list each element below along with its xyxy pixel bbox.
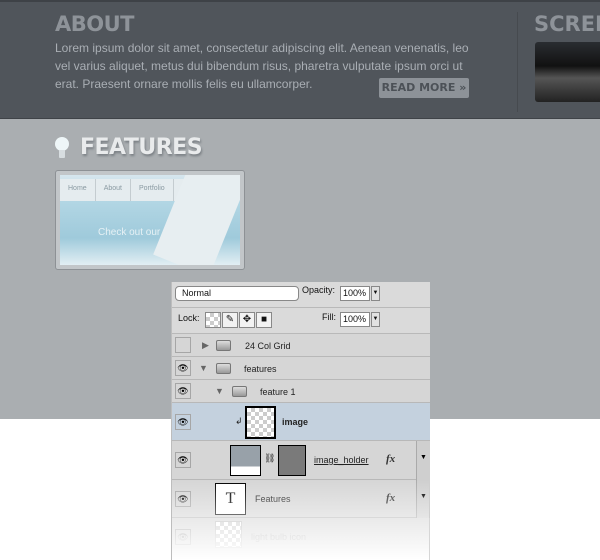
layer-row-features[interactable]: 👁 ▼ features <box>172 357 430 380</box>
eye-icon[interactable]: 👁 <box>175 414 191 430</box>
folder-icon <box>216 363 231 374</box>
text-layer-thumbnail: T <box>215 483 246 515</box>
fx-icon[interactable]: fx <box>386 453 395 465</box>
about-section: ABOUT Lorem ipsum dolor sit amet, consec… <box>0 0 600 119</box>
layer-name: 24 Col Grid <box>245 341 291 351</box>
light-bulb-icon <box>55 137 69 158</box>
expand-effects-icon[interactable]: ▼ <box>420 493 427 500</box>
folder-icon <box>232 386 247 397</box>
layer-row-feature-1[interactable]: 👁 ▼ feature 1 <box>172 380 430 403</box>
read-more-button[interactable]: READ MORE » <box>379 78 469 98</box>
thumb-nav-item: Home <box>60 179 96 201</box>
layer-name: image <box>282 417 309 427</box>
expand-arrow-icon[interactable]: ▶ <box>202 340 209 351</box>
layer-name: image_holder <box>314 455 369 465</box>
feature-thumbnail[interactable]: Home About Portfolio Check out our <box>55 170 245 270</box>
fill-label: Fill: <box>322 312 336 322</box>
screenshot-thumbnail[interactable] <box>535 42 600 102</box>
fill-dropdown-icon[interactable]: ▼ <box>371 312 380 327</box>
about-title: ABOUT <box>55 12 135 36</box>
layer-name: feature 1 <box>260 387 296 397</box>
layer-thumbnail <box>230 445 261 476</box>
divider <box>517 12 518 112</box>
eye-icon[interactable]: 👁 <box>175 383 191 399</box>
lock-label: Lock: <box>178 313 200 323</box>
layer-row-image-holder[interactable]: 👁 ⛓ image_holder fx ▼ <box>172 441 430 480</box>
layer-thumbnail <box>245 406 276 439</box>
eye-icon[interactable]: 👁 <box>175 452 191 468</box>
thumb-nav-item: Portfolio <box>131 179 174 201</box>
opacity-input[interactable]: 100% <box>340 286 370 301</box>
mask-thumbnail <box>278 445 306 476</box>
thumb-nav-item: About <box>96 179 131 201</box>
layer-row-24-col-grid[interactable]: ▶ 24 Col Grid <box>172 334 430 357</box>
fx-icon[interactable]: fx <box>386 492 395 504</box>
layer-name: features <box>244 364 277 374</box>
screenshots-title: SCREEN <box>534 12 600 36</box>
features-title: FEATURES <box>80 135 203 160</box>
thumb-text: Check out our <box>98 227 161 238</box>
lock-all-icon[interactable]: ■ <box>256 312 272 328</box>
lock-transparency-icon[interactable] <box>205 312 221 328</box>
layer-row-features-text[interactable]: 👁 T Features fx ▼ <box>172 480 430 518</box>
collapse-arrow-icon[interactable]: ▼ <box>215 386 224 396</box>
layer-thumbnail <box>215 521 242 548</box>
lock-brush-icon[interactable]: ✎ <box>222 312 238 328</box>
layer-row-image[interactable]: 👁 ↲ image <box>172 403 430 441</box>
fill-input[interactable]: 100% <box>340 312 370 327</box>
layer-row-light-bulb-icon[interactable]: 👁 light bulb icon <box>172 518 430 560</box>
visibility-toggle[interactable] <box>175 337 191 353</box>
expand-effects-icon[interactable]: ▼ <box>420 454 427 461</box>
chain-link-icon[interactable]: ⛓ <box>264 453 275 464</box>
layers-panel: Normal Opacity: 100% ▼ Lock: ✎ ✥ ■ Fill:… <box>171 282 430 560</box>
layer-name: light bulb icon <box>251 532 307 542</box>
eye-icon[interactable]: 👁 <box>175 491 191 507</box>
folder-icon <box>216 340 231 351</box>
lock-row: Lock: ✎ ✥ ■ Fill: 100% ▼ <box>172 308 430 334</box>
opacity-label: Opacity: <box>302 285 336 295</box>
layer-name: Features <box>255 494 291 504</box>
collapse-arrow-icon[interactable]: ▼ <box>199 363 208 373</box>
eye-icon[interactable]: 👁 <box>175 529 191 545</box>
lock-move-icon[interactable]: ✥ <box>239 312 255 328</box>
blend-mode-select[interactable]: Normal <box>175 286 299 301</box>
clipping-arrow-icon: ↲ <box>235 416 243 426</box>
eye-icon[interactable]: 👁 <box>175 360 191 376</box>
blend-row: Normal Opacity: 100% ▼ <box>172 282 430 308</box>
opacity-dropdown-icon[interactable]: ▼ <box>371 286 380 301</box>
